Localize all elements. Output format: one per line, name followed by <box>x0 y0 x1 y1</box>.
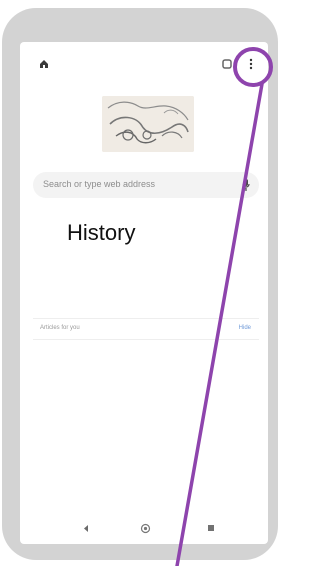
history-label: History <box>67 220 136 245</box>
more-vert-icon[interactable] <box>246 57 256 71</box>
search-bar[interactable]: Search or type web address <box>33 172 259 198</box>
recents-icon[interactable] <box>207 524 215 532</box>
articles-action[interactable]: Hide <box>239 325 251 331</box>
microphone-icon[interactable] <box>241 178 251 192</box>
doodle-image[interactable] <box>102 96 194 152</box>
tab-switcher-icon[interactable] <box>221 58 233 70</box>
back-icon[interactable] <box>82 524 90 533</box>
search-placeholder: Search or type web address <box>43 179 156 189</box>
home-nav-icon[interactable] <box>140 523 151 534</box>
articles-row: Articles for you Hide <box>33 318 259 340</box>
home-icon[interactable] <box>38 58 50 70</box>
system-navbar <box>20 514 268 544</box>
articles-label: Articles for you <box>40 325 80 331</box>
stage: Search or type web address History Artic… <box>0 0 283 566</box>
